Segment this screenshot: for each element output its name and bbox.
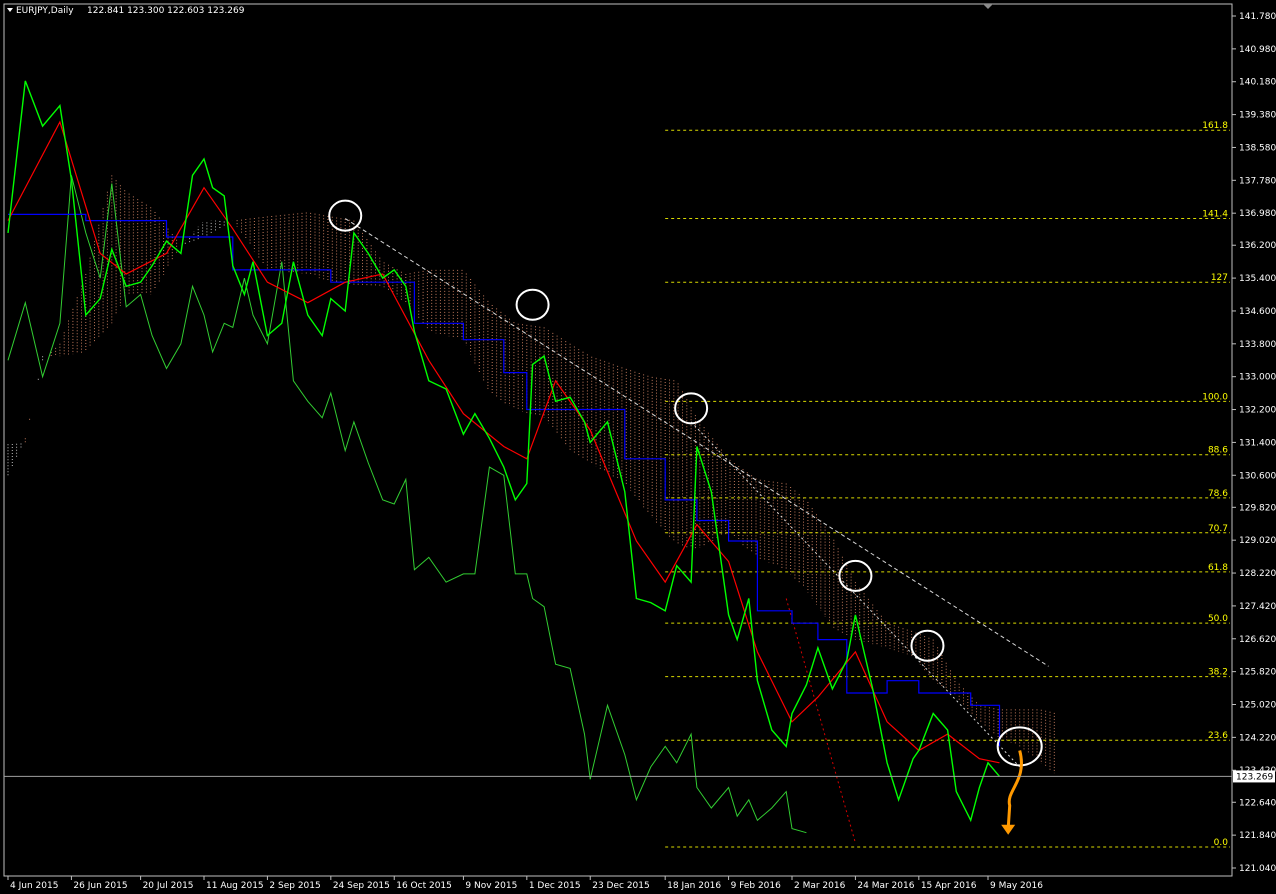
symbol-label: EURJPY,Daily — [16, 6, 74, 16]
fib-level-label: 38.2 — [1208, 668, 1228, 678]
x-tick-label: 11 Aug 2015 — [206, 881, 264, 891]
current-price-label: 123.269 — [1236, 772, 1273, 782]
y-tick-label: 136.200 — [1239, 241, 1276, 251]
x-tick-label: 24 Mar 2016 — [857, 881, 914, 891]
fib-level-label: 88.6 — [1208, 446, 1228, 456]
fib-level-label: 50.0 — [1208, 614, 1228, 624]
fib-level-label: 161.8 — [1202, 121, 1228, 131]
x-tick-label: 23 Dec 2015 — [592, 881, 650, 891]
x-tick-label: 9 Nov 2015 — [465, 881, 517, 891]
y-tick-label: 137.780 — [1239, 176, 1276, 186]
y-tick-label: 121.040 — [1239, 864, 1276, 874]
x-tick-label: 26 Jun 2015 — [73, 881, 127, 891]
x-tick-label: 15 Apr 2016 — [921, 881, 977, 891]
x-tick-label: 2 Sep 2015 — [269, 881, 320, 891]
y-tick-label: 139.380 — [1239, 111, 1276, 121]
y-tick-label: 134.600 — [1239, 307, 1276, 317]
y-tick-label: 141.780 — [1239, 12, 1276, 22]
fib-level-label: 100.0 — [1202, 392, 1228, 402]
y-tick-label: 138.580 — [1239, 143, 1276, 153]
fib-level-label: 0.0 — [1214, 838, 1229, 848]
y-tick-label: 125.820 — [1239, 668, 1276, 678]
x-tick-label: 18 Jan 2016 — [667, 881, 721, 891]
y-tick-label: 129.820 — [1239, 503, 1276, 513]
y-tick-label: 130.600 — [1239, 471, 1276, 481]
y-tick-label: 140.980 — [1239, 45, 1276, 55]
y-tick-label: 132.200 — [1239, 406, 1276, 416]
y-tick-label: 127.420 — [1239, 602, 1276, 612]
x-tick-label: 4 Jun 2015 — [10, 881, 58, 891]
fib-level-label: 61.8 — [1208, 563, 1228, 573]
x-tick-label: 24 Sep 2015 — [333, 881, 390, 891]
y-tick-label: 125.020 — [1239, 701, 1276, 711]
fib-level-label: 141.4 — [1202, 210, 1228, 220]
ichimoku-chart[interactable]: 161.8 141.4 127 100.0 88.6 78.6 70.7 61.8 50.0 38… — [0, 0, 1276, 894]
y-tick-label: 124.220 — [1239, 733, 1276, 743]
y-tick-label: 140.180 — [1239, 78, 1276, 88]
fib-level-label: 23.6 — [1208, 731, 1228, 741]
y-tick-label: 133.800 — [1239, 340, 1276, 350]
y-tick-label: 135.400 — [1239, 274, 1276, 284]
x-tick-label: 9 May 2016 — [990, 881, 1043, 891]
y-tick-label: 129.020 — [1239, 536, 1276, 546]
y-tick-label: 131.400 — [1239, 438, 1276, 448]
fib-level-label: 70.7 — [1208, 524, 1228, 534]
x-tick-label: 16 Oct 2015 — [396, 881, 452, 891]
x-tick-label: 1 Dec 2015 — [529, 881, 581, 891]
x-tick-label: 9 Feb 2016 — [731, 881, 782, 891]
ohlc-values: 122.841 123.300 122.603 123.269 — [87, 6, 245, 16]
y-tick-label: 128.220 — [1239, 569, 1276, 579]
y-tick-label: 136.980 — [1239, 209, 1276, 219]
fib-level-label: 78.6 — [1208, 489, 1228, 499]
x-tick-label: 20 Jul 2015 — [143, 881, 194, 891]
y-tick-label: 126.620 — [1239, 635, 1276, 645]
x-tick-label: 2 Mar 2016 — [794, 881, 846, 891]
chart-background — [0, 0, 1276, 894]
fib-level-label: 127 — [1211, 273, 1228, 283]
y-tick-label: 121.840 — [1239, 831, 1276, 841]
y-tick-label: 133.000 — [1239, 373, 1276, 383]
y-tick-label: 122.640 — [1239, 798, 1276, 808]
